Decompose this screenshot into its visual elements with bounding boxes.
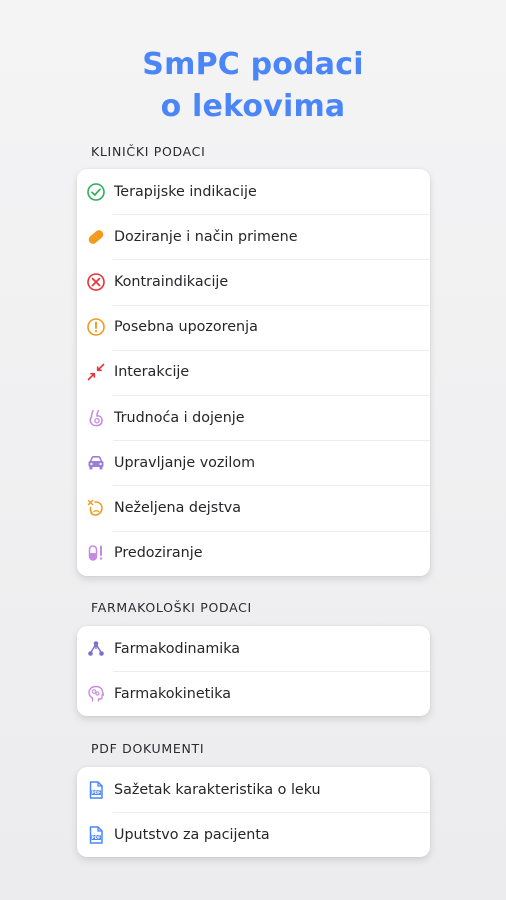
list-item-label: Posebna upozorenja <box>114 319 258 336</box>
molecule-icon <box>85 638 107 660</box>
section-label-pdf-documents: PDF DOKUMENTI <box>91 741 205 756</box>
page-title-line2: o lekovima <box>160 89 346 124</box>
pdf-documents-card: PDF Sažetak karakteristika o leku PDF Up… <box>77 767 430 858</box>
pill-icon <box>85 226 107 248</box>
list-item-pharmacokinetics[interactable]: Farmakokinetika <box>77 671 430 716</box>
list-item-smpc-pdf[interactable]: PDF Sažetak karakteristika o leku <box>77 767 430 812</box>
list-item-label: Farmakokinetika <box>114 685 231 702</box>
list-item-therapeutic-indications[interactable]: Terapijske indikacije <box>77 169 430 214</box>
list-item-label: Terapijske indikacije <box>114 183 257 200</box>
list-item-pregnancy[interactable]: Trudnoća i dojenje <box>77 394 430 440</box>
warning-exclamation-icon <box>85 316 107 338</box>
list-item-label: Neželjena dejstva <box>114 499 242 516</box>
brain-head-icon <box>85 683 107 705</box>
list-item-side-effects[interactable]: Neželjena dejstva <box>77 485 430 530</box>
pharmacological-data-card: Farmakodinamika Farmakokinetika <box>77 626 430 717</box>
list-item-label: Trudnoća i dojenje <box>114 409 245 426</box>
list-item-label: Sažetak karakteristika o leku <box>114 781 321 798</box>
page-title: SmPC podaci o lekovima <box>0 44 506 128</box>
list-item-label: Doziranje i način primene <box>114 228 298 245</box>
section-label-clinical: KLINIČKI PODACI <box>91 144 206 159</box>
interaction-arrows-icon <box>85 361 107 383</box>
list-item-overdose[interactable]: Predoziranje <box>77 530 430 576</box>
pregnancy-icon <box>85 407 107 429</box>
clinical-data-card: Terapijske indikacije Doziranje i način … <box>77 169 430 576</box>
page-title-line1: SmPC podaci <box>142 47 364 82</box>
list-item-label: Upravljanje vozilom <box>114 454 256 471</box>
overdose-pill-icon <box>85 542 107 564</box>
list-item-contraindications[interactable]: Kontraindikacije <box>77 259 430 304</box>
car-icon <box>85 452 107 474</box>
list-item-label: Farmakodinamika <box>114 640 241 657</box>
list-item-label: Interakcije <box>114 364 190 381</box>
side-effect-icon <box>85 497 107 519</box>
list-item-label: Kontraindikacije <box>114 273 229 290</box>
section-label-pharmacological: FARMAKOLOŠKI PODACI <box>91 600 252 615</box>
smpc-screen: SmPC podaci o lekovima KLINIČKI PODACI T… <box>0 0 506 900</box>
pdf-document-icon: PDF <box>85 779 107 801</box>
check-circle-icon <box>85 181 107 203</box>
list-item-interactions[interactable]: Interakcije <box>77 349 430 395</box>
list-item-patient-leaflet-pdf[interactable]: PDF Uputstvo za pacijenta <box>77 812 430 857</box>
svg-text:PDF: PDF <box>92 835 101 840</box>
list-item-label: Uputstvo za pacijenta <box>114 826 270 843</box>
svg-text:PDF: PDF <box>92 790 101 795</box>
pdf-document-icon: PDF <box>85 824 107 846</box>
list-item-dosage[interactable]: Doziranje i način primene <box>77 214 430 259</box>
list-item-label: Predoziranje <box>114 545 203 562</box>
prohibited-x-icon <box>85 271 107 293</box>
list-item-special-warnings[interactable]: Posebna upozorenja <box>77 304 430 350</box>
list-item-pharmacodynamics[interactable]: Farmakodinamika <box>77 626 430 671</box>
list-item-driving[interactable]: Upravljanje vozilom <box>77 440 430 485</box>
